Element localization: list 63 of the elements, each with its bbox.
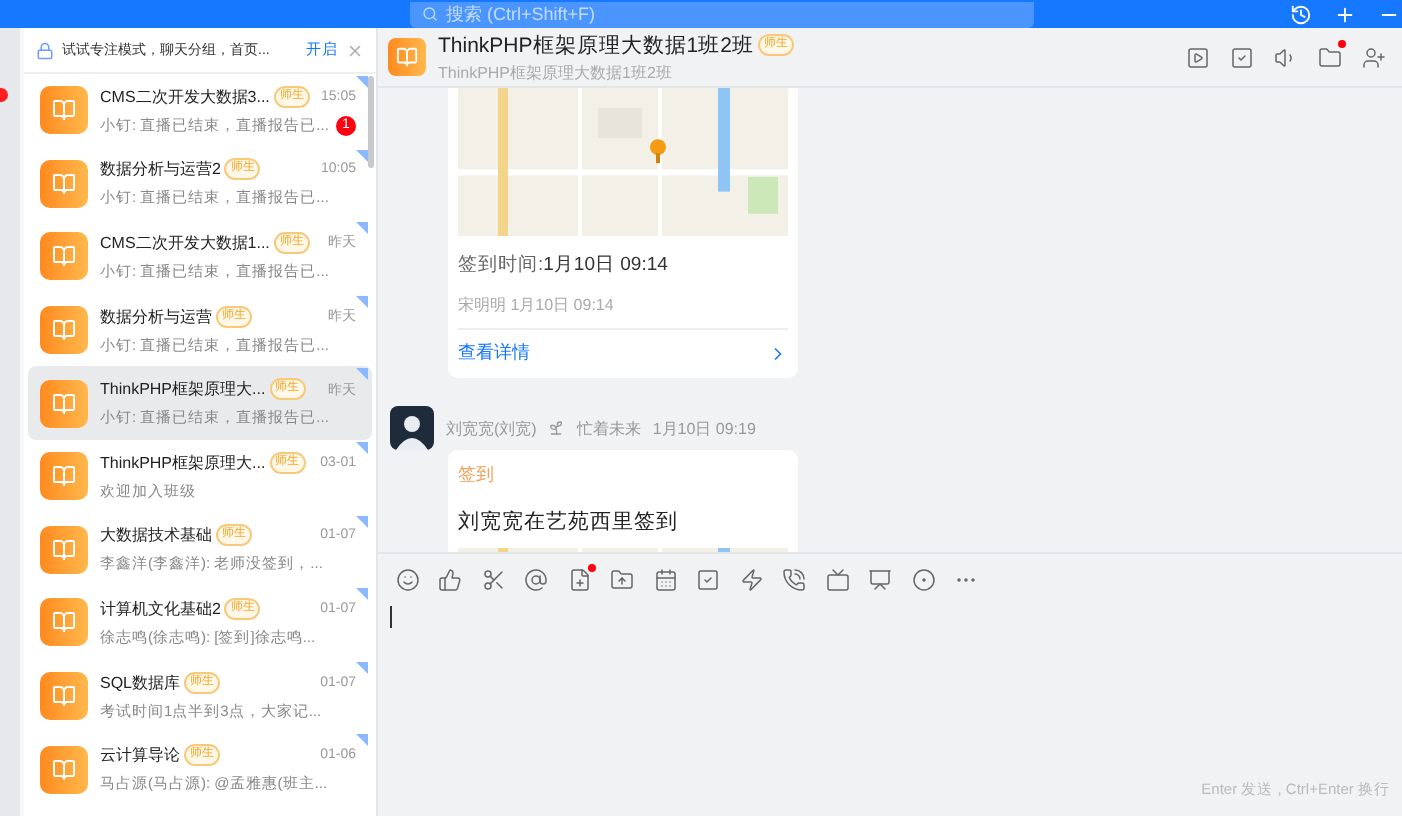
conversation-name: 数据分析与运营2 [100,158,221,181]
conversation-name: 云计算导论 [100,744,180,767]
folder-icon[interactable] [1316,44,1342,70]
calendar-icon[interactable] [652,567,678,593]
corner-mark [356,734,368,747]
conversation-name: CMS二次开发大数据3... [100,85,270,108]
conversation-name: 大数据技术基础 [100,524,212,547]
sender-name: 刘宽宽(刘宽) [446,417,537,439]
book-icon [388,38,426,76]
avatar [390,406,434,450]
conversation-name: 数据分析与运营 [100,305,212,328]
at-sign-icon[interactable] [523,567,549,593]
corner-mark [356,661,368,674]
lightning-icon[interactable] [738,567,764,593]
book-icon [40,598,88,647]
emoji-icon[interactable] [394,567,420,593]
record-icon[interactable] [910,567,936,593]
presentation-icon[interactable] [867,567,893,593]
book-icon [40,232,88,281]
corner-mark [356,515,368,528]
book-icon [40,306,88,355]
checkin-time: 签到时间:1月10日 09:14 [456,252,670,278]
sprout-icon [548,420,565,436]
conversation-name: ThinkPHP框架原理大... [100,378,266,401]
conversation-name: SQL数据库 [100,671,181,694]
video-icon[interactable] [1184,44,1210,70]
folder-upload-icon[interactable] [609,567,635,593]
book-icon [40,672,88,721]
file-plus-icon[interactable] [566,567,592,593]
book-icon [40,745,88,794]
conversation-name: ThinkPHP框架原理大... [100,451,266,474]
corner-mark [356,295,368,308]
corner-mark [356,441,368,454]
corner-mark [356,588,368,601]
phone-icon[interactable] [781,567,807,593]
view-details-link[interactable]: 查看详情 [448,330,798,378]
close-icon[interactable] [346,41,364,59]
chat-subtitle: ThinkPHP框架原理大数据1班2班 [438,61,674,83]
checkin-label: 签到 [456,462,496,488]
book-icon [40,159,88,208]
checkin-text: 刘宽宽在艺苑西里签到 [456,508,680,538]
lock-icon [36,41,54,59]
corner-mark [356,368,368,381]
scissors-icon[interactable] [480,567,506,593]
corner-mark [356,222,368,235]
add-user-icon[interactable] [1360,44,1386,70]
speaker-icon[interactable] [1272,44,1298,70]
conversation-name: CMS二次开发大数据1... [100,231,270,254]
book-icon [40,525,88,574]
chat-title: ThinkPHP框架原理大数据1班2班 [438,31,754,59]
book-icon [40,379,88,428]
message-time: 1月10日 09:19 [652,417,756,439]
search-icon [422,6,438,22]
book-icon [40,452,88,501]
tv-icon[interactable] [824,567,850,593]
conversation-name: 计算机文化基础2 [100,597,221,620]
thumbs-up-icon[interactable] [437,567,463,593]
sender-status: 忙着未来 [576,417,641,439]
signer-info: 宋明明 1月10日 09:14 [458,278,788,330]
task-icon[interactable] [695,567,721,593]
history-icon[interactable] [1286,0,1314,28]
task-icon[interactable] [1228,44,1254,70]
book-icon [40,86,88,135]
